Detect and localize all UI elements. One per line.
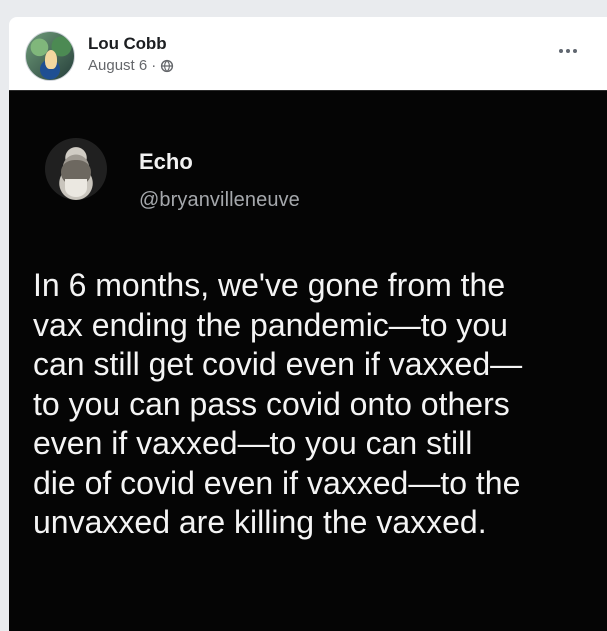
post-meta: August 6 · [88,57,174,74]
tweet-display-name: Echo [139,149,193,174]
more-icon[interactable] [556,39,580,63]
globe-icon[interactable] [160,59,174,73]
more-dot [559,49,563,53]
tweet-handle: @bryanvilleneuve [139,189,300,211]
author-avatar[interactable] [25,31,75,81]
tweet-body-text: In 6 months, we've gone from the vax end… [33,267,523,540]
meta-separator: · [151,57,157,74]
facebook-post-card: Lou Cobb August 6 · Echo @bryanvilleneuv… [9,17,607,631]
more-dot [573,49,577,53]
more-dot [566,49,570,53]
post-header: Lou Cobb August 6 · [9,17,607,89]
post-date[interactable]: August 6 [88,57,147,74]
shared-tweet-screenshot[interactable]: Echo @bryanvilleneuve In 6 months, we've… [9,90,607,631]
author-name[interactable]: Lou Cobb [88,34,167,54]
tweet-author-avatar [45,138,107,200]
